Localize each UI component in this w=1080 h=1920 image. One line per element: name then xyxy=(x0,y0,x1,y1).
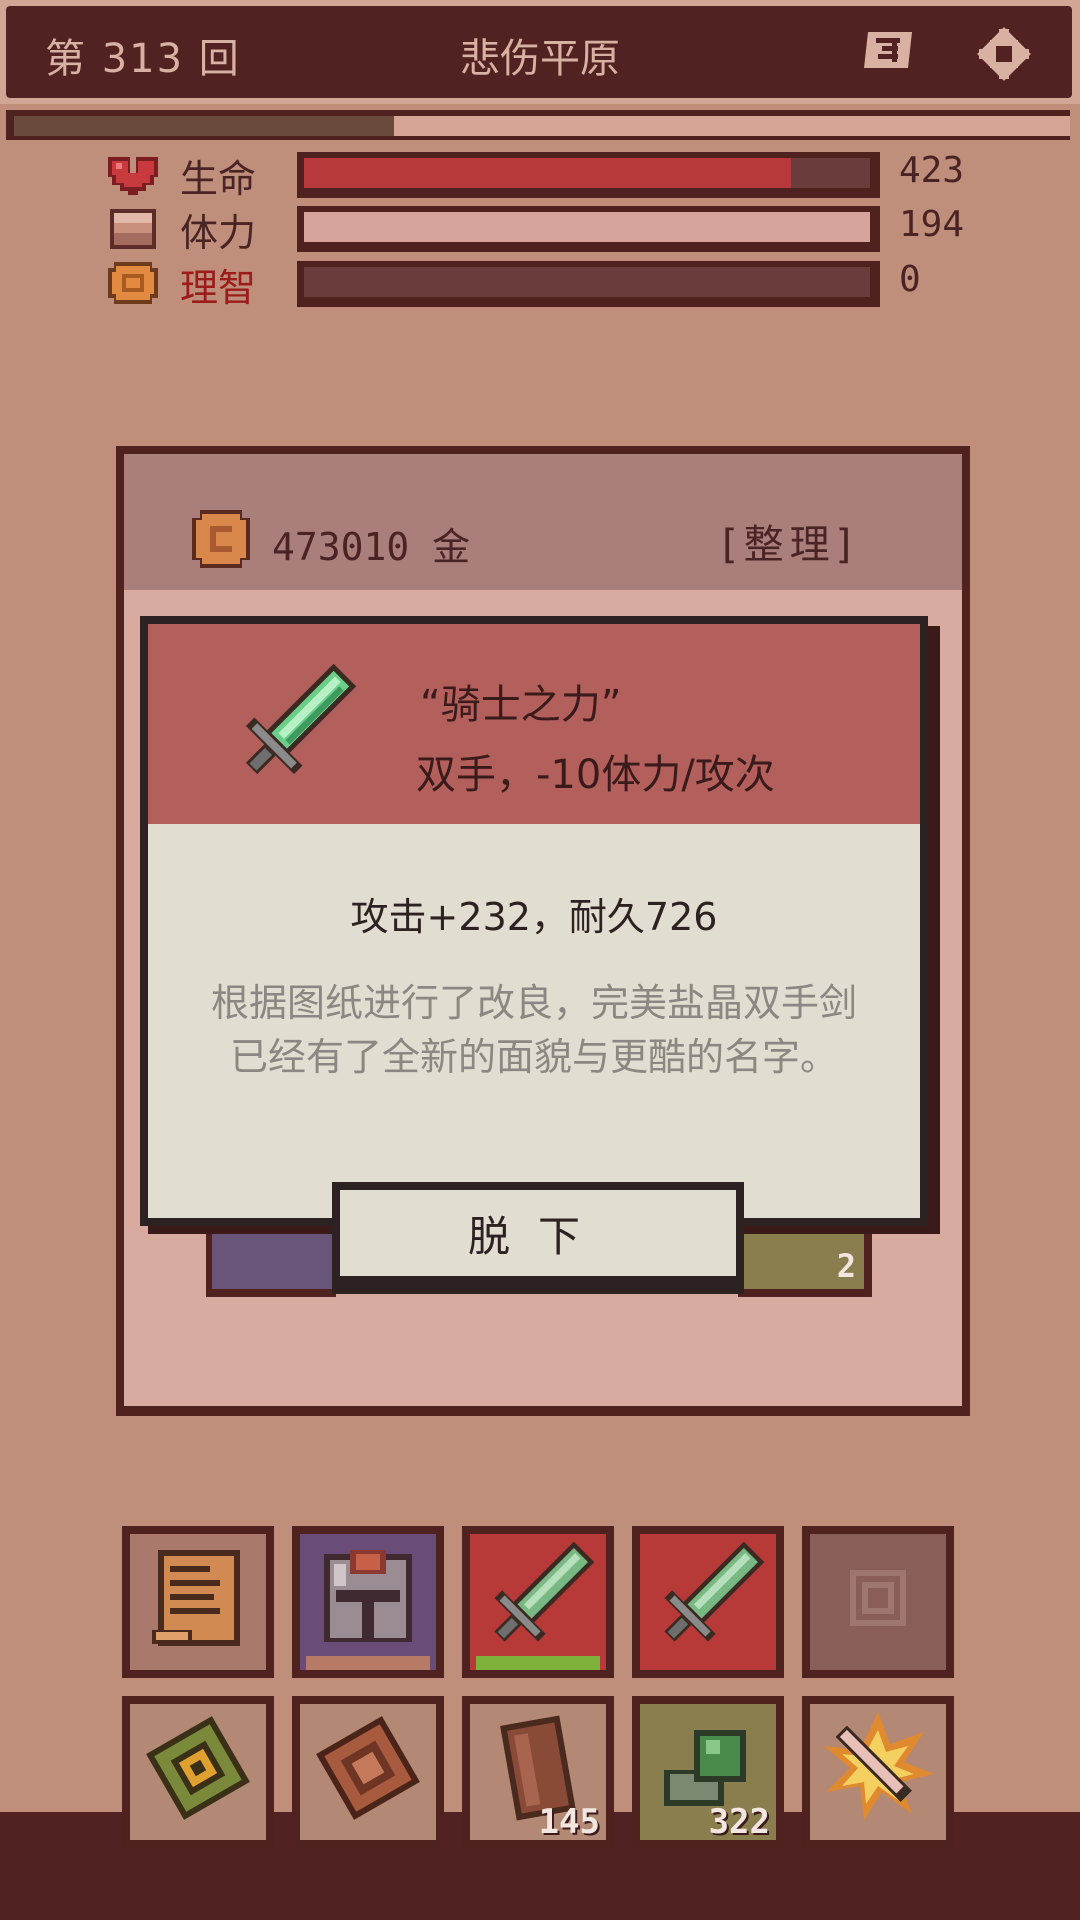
item-subtitle: 双手，-10体力/攻次 xyxy=(416,752,775,798)
equipment-slot[interactable] xyxy=(292,1526,444,1678)
map-button[interactable] xyxy=(862,28,916,72)
gold-coin-icon xyxy=(192,510,250,568)
item-slot[interactable]: 322 xyxy=(632,1696,784,1848)
gear-icon xyxy=(977,27,1031,81)
slot-count: 322 xyxy=(708,1802,770,1842)
item-description: 根据图纸进行了改良，完美盐晶双手剑已经有了全新的面貌与更酷的名字。 xyxy=(210,981,857,1079)
stat-label-sanity: 理智 xyxy=(180,266,257,310)
equipment-slot[interactable] xyxy=(122,1526,274,1678)
item-slot[interactable] xyxy=(292,1696,444,1848)
stat-value-hp: 423 xyxy=(899,150,965,191)
stamina-icon xyxy=(104,205,162,251)
stat-label-stamina: 体力 xyxy=(180,211,257,255)
stat-bar-fill-stamina xyxy=(304,212,870,242)
stat-value-sanity: 0 xyxy=(899,259,921,300)
item-stats: 攻击+232，耐久726 xyxy=(350,895,718,939)
unequip-button[interactable]: 脱下 xyxy=(340,1190,736,1276)
stat-bar-fill-hp xyxy=(304,158,791,188)
map-icon xyxy=(864,32,912,68)
stat-value-stamina: 194 xyxy=(899,204,965,245)
location-title: 悲伤平原 xyxy=(460,36,620,82)
heart-icon xyxy=(104,151,162,197)
item-slot[interactable]: 145 xyxy=(462,1696,614,1848)
stat-label-hp: 生命 xyxy=(180,157,257,201)
equipment-slot[interactable] xyxy=(632,1526,784,1678)
stat-bar-back-sanity xyxy=(304,267,870,297)
journey-progress-fill xyxy=(14,116,395,136)
slot-count: 145 xyxy=(538,1802,600,1842)
settings-button[interactable] xyxy=(977,27,1031,81)
equipment-slot[interactable] xyxy=(462,1526,614,1678)
item-slot[interactable] xyxy=(122,1696,274,1848)
item-slot[interactable] xyxy=(802,1696,954,1848)
sort-button[interactable]: [整理] xyxy=(722,512,857,570)
olive-slot-count: 2 xyxy=(836,1247,856,1285)
brain-icon xyxy=(104,260,162,306)
slot-durability-bar xyxy=(306,1656,430,1670)
slot-durability-bar xyxy=(476,1656,600,1670)
green-sword-icon xyxy=(245,663,357,775)
gold-amount: 473010 金 xyxy=(272,525,471,569)
item-name: “骑士之力” xyxy=(420,682,622,728)
equipment-slot[interactable] xyxy=(802,1526,954,1678)
